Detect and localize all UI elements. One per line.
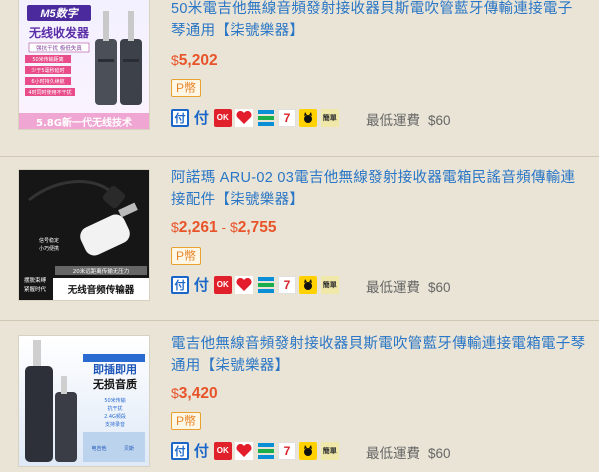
fu-alt-icon: 付 bbox=[193, 277, 209, 294]
simple-pay-icon: 簡單 bbox=[320, 275, 339, 294]
ok-mart-icon: OK bbox=[213, 275, 232, 294]
svg-text:无线音频传输器: 无线音频传输器 bbox=[67, 284, 135, 296]
shipping-fee: 最低運費 $60 bbox=[366, 446, 451, 461]
hilife-icon bbox=[235, 275, 254, 294]
product-price: $3,420 bbox=[171, 385, 218, 402]
svg-text:50米传输: 50米传输 bbox=[104, 397, 125, 404]
shipping-fee: 最低運費 $60 bbox=[366, 280, 451, 295]
svg-text:电吉他: 电吉他 bbox=[91, 445, 106, 452]
svg-text:小巧便携: 小巧便携 bbox=[39, 245, 59, 252]
svg-text:即插即用: 即插即用 bbox=[93, 362, 137, 376]
product-image-1[interactable]: M5数字 无线收发器 强抗干扰 极低失真 50米传输距离 少于5毫秒延时 6小时… bbox=[18, 0, 150, 130]
fu-icon: 付 bbox=[171, 441, 189, 460]
svg-text:强抗干扰 极低失真: 强抗干扰 极低失真 bbox=[36, 44, 82, 52]
product-image-2[interactable]: 信号稳定 小巧便携 20米远距离传输无压力 摆脱束缚 紧握时代 无线音频传输器 bbox=[18, 169, 150, 301]
svg-text:无线收发器: 无线收发器 bbox=[28, 25, 90, 40]
fu-icon: 付 bbox=[171, 108, 189, 127]
svg-text:无损音质: 无损音质 bbox=[92, 377, 137, 391]
product-title[interactable]: 50米電吉他無線音頻發射接收器貝斯電吹管藍牙傳輸連接電子琴通用【柒號樂器】 bbox=[171, 0, 586, 42]
black-cat-icon bbox=[299, 441, 318, 460]
svg-text:抗干扰: 抗干扰 bbox=[107, 405, 122, 412]
hilife-icon bbox=[235, 108, 254, 127]
product-item-1: M5数字 无线收发器 强抗干扰 极低失真 50米传输距离 少于5毫秒延时 6小时… bbox=[0, 0, 599, 157]
product-price-range: $2,261- $2,755 bbox=[171, 219, 277, 236]
svg-text:贝斯: 贝斯 bbox=[124, 445, 134, 452]
p-coin-badge: P幣 bbox=[171, 79, 201, 97]
black-cat-icon bbox=[299, 108, 318, 127]
product-price: $5,202 bbox=[171, 52, 218, 69]
wireless-transceiver-image: M5数字 无线收发器 强抗干扰 极低失真 50米传输距离 少于5毫秒延时 6小时… bbox=[19, 5, 149, 129]
svg-text:4时同时使用不干扰: 4时同时使用不干扰 bbox=[28, 89, 71, 96]
svg-text:50米传输距离: 50米传输距离 bbox=[32, 56, 63, 63]
ok-mart-icon: OK bbox=[213, 441, 232, 460]
seven-eleven-icon: 7 bbox=[277, 441, 296, 460]
svg-text:6小时持久续航: 6小时持久续航 bbox=[31, 78, 64, 85]
product-title[interactable]: 電吉他無線音頻發射接收器貝斯電吹管藍牙傳輸連接電箱電子琴通用【柒號樂器】 bbox=[171, 333, 586, 377]
seven-eleven-icon: 7 bbox=[277, 108, 296, 127]
simple-pay-icon: 簡單 bbox=[320, 108, 339, 127]
payment-icons: 付 付 OK 7 簡單 bbox=[171, 441, 342, 460]
product-item-2: 信号稳定 小巧便携 20米远距离传输无压力 摆脱束缚 紧握时代 无线音频传输器 … bbox=[0, 157, 599, 321]
svg-text:M5数字: M5数字 bbox=[40, 7, 79, 20]
payment-icons: 付 付 OK 7 簡單 bbox=[171, 275, 342, 294]
svg-text:2.4G频段: 2.4G频段 bbox=[104, 413, 126, 420]
payment-icons: 付 付 OK 7 簡單 bbox=[171, 108, 342, 127]
svg-text:信号稳定: 信号稳定 bbox=[39, 237, 59, 244]
svg-text:支持录音: 支持录音 bbox=[105, 421, 125, 428]
p-coin-badge: P幣 bbox=[171, 247, 201, 265]
hilife-icon bbox=[235, 441, 254, 460]
p-coin-badge: P幣 bbox=[171, 412, 201, 430]
shipping-fee: 最低運費 $60 bbox=[366, 113, 451, 128]
svg-text:20米远距离传输无压力: 20米远距离传输无压力 bbox=[73, 267, 130, 275]
svg-text:紧握时代: 紧握时代 bbox=[24, 285, 47, 293]
product-image-3[interactable]: 即插即用 无损音质 50米传输 抗干扰 2.4G频段 支持录音 电吉他 贝斯 bbox=[18, 335, 150, 467]
familymart-icon bbox=[257, 109, 275, 127]
aroma-aru-image: 信号稳定 小巧便携 20米远距离传输无压力 摆脱束缚 紧握时代 无线音频传输器 bbox=[24, 180, 149, 300]
familymart-icon bbox=[257, 442, 275, 460]
seven-eleven-icon: 7 bbox=[277, 275, 296, 294]
fu-alt-icon: 付 bbox=[193, 110, 209, 127]
fu-alt-icon: 付 bbox=[193, 443, 209, 460]
svg-text:摆脱束缚: 摆脱束缚 bbox=[24, 276, 47, 284]
familymart-icon bbox=[257, 276, 275, 294]
wireless-transceiver-image-2: 即插即用 无损音质 50米传输 抗干扰 2.4G频段 支持录音 电吉他 贝斯 bbox=[25, 340, 145, 462]
black-cat-icon bbox=[299, 275, 318, 294]
simple-pay-icon: 簡單 bbox=[320, 441, 339, 460]
svg-text:少于5毫秒延时: 少于5毫秒延时 bbox=[31, 67, 64, 74]
ok-mart-icon: OK bbox=[213, 108, 232, 127]
svg-text:5.8G新一代无线技术: 5.8G新一代无线技术 bbox=[36, 116, 132, 129]
fu-icon: 付 bbox=[171, 275, 189, 294]
product-title[interactable]: 阿諾瑪 ARU-02 03電吉他無線發射接收器電箱民謠音頻傳輸連接配件【柒號樂器… bbox=[171, 167, 586, 211]
product-item-3: 即插即用 无损音质 50米传输 抗干扰 2.4G频段 支持录音 电吉他 贝斯 電… bbox=[0, 321, 599, 472]
